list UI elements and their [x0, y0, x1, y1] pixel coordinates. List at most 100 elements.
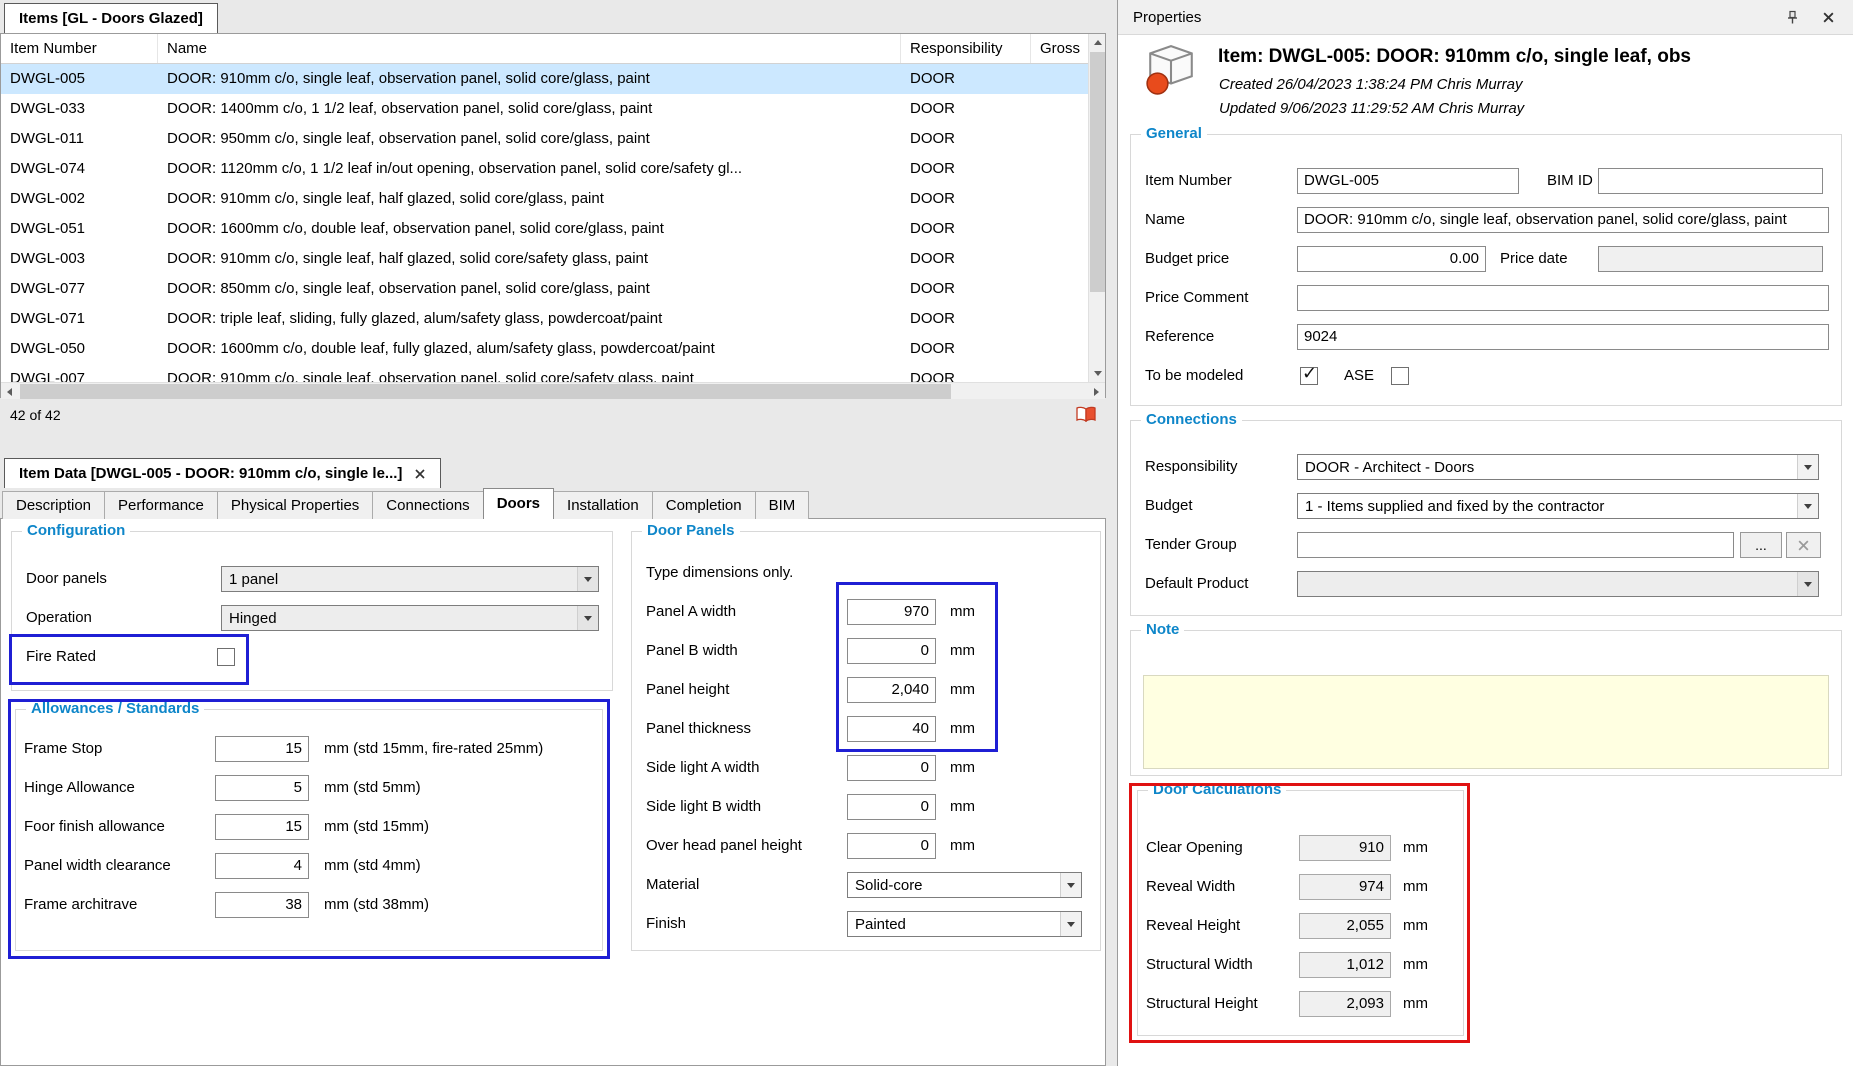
note-textarea[interactable]	[1143, 675, 1829, 769]
configuration-group: Configuration Door panels 1 panel Operat…	[11, 531, 613, 691]
allowance-input[interactable]: 15	[215, 736, 309, 762]
door-panel-field-row: Panel A width 970 mm	[632, 599, 1100, 625]
column-header-name[interactable]: Name	[158, 34, 901, 63]
cell-item-number: DWGL-077	[1, 274, 158, 304]
door-panel-field-input[interactable]: 0	[847, 755, 936, 781]
item-data-tab[interactable]: Completion	[652, 491, 756, 519]
door-panel-field-label: Panel B width	[646, 638, 738, 664]
items-table-row[interactable]: DWGL-011 DOOR: 950mm c/o, single leaf, o…	[1, 124, 1088, 154]
door-panel-field-input[interactable]: 40	[847, 716, 936, 742]
item-data-doc-tab-row: Item Data [DWGL-005 - DOOR: 910mm c/o, s…	[0, 455, 1106, 488]
item-data-tab[interactable]: BIM	[755, 491, 810, 519]
name-input[interactable]: DOOR: 910mm c/o, single leaf, observatio…	[1297, 207, 1829, 233]
door-panel-field-input[interactable]: 0	[847, 833, 936, 859]
items-horizontal-scrollbar[interactable]	[1, 382, 1105, 399]
cell-gross	[1031, 334, 1088, 364]
door-panel-field-input[interactable]: 0	[847, 638, 936, 664]
door-panel-field-input[interactable]: 0	[847, 794, 936, 820]
allowance-input[interactable]: 38	[215, 892, 309, 918]
book-icon[interactable]	[1076, 406, 1096, 425]
price-date-input[interactable]	[1598, 246, 1823, 272]
items-table-row[interactable]: DWGL-074 DOOR: 1120mm c/o, 1 1/2 leaf in…	[1, 154, 1088, 184]
items-table-row[interactable]: DWGL-003 DOOR: 910mm c/o, single leaf, h…	[1, 244, 1088, 274]
budget-price-input[interactable]: 0.00	[1297, 246, 1486, 272]
cell-name: DOOR: 1600mm c/o, double leaf, observati…	[158, 214, 901, 244]
column-header-item-number[interactable]: Item Number	[1, 34, 158, 63]
budget-select[interactable]: 1 - Items supplied and fixed by the cont…	[1297, 493, 1819, 519]
fire-rated-checkbox[interactable]	[217, 648, 235, 666]
allowance-input[interactable]: 15	[215, 814, 309, 840]
door-panel-field-unit: mm	[950, 833, 975, 859]
items-table-row[interactable]: DWGL-051 DOOR: 1600mm c/o, double leaf, …	[1, 214, 1088, 244]
cell-responsibility: DOOR	[901, 184, 1031, 214]
scroll-right-icon[interactable]	[1088, 383, 1105, 400]
pin-icon[interactable]	[1782, 7, 1802, 27]
close-icon[interactable]	[414, 468, 426, 480]
scroll-down-icon[interactable]	[1089, 365, 1106, 382]
tender-group-browse-button[interactable]: ...	[1740, 532, 1782, 558]
operation-select[interactable]: Hinged	[221, 605, 599, 631]
general-group-title: General	[1141, 125, 1207, 142]
item-data-tab[interactable]: Connections	[372, 491, 483, 519]
door-panel-field-input[interactable]: 2,040	[847, 677, 936, 703]
horizontal-scroll-thumb[interactable]	[20, 384, 951, 399]
door-panels-label: Door panels	[26, 566, 107, 592]
cell-responsibility: DOOR	[901, 364, 1031, 382]
item-data-tab[interactable]: Performance	[104, 491, 218, 519]
close-icon[interactable]	[1818, 7, 1838, 27]
reference-input[interactable]: 9024	[1297, 324, 1829, 350]
to-be-modeled-label: To be modeled	[1145, 363, 1243, 389]
bim-id-input[interactable]	[1598, 168, 1823, 194]
item-data-tabstrip: Description Performance Physical Propert…	[2, 489, 808, 519]
allowance-row: Frame Stop 15 mm (std 15mm, fire-rated 2…	[16, 736, 602, 762]
door-panel-field-input[interactable]: 970	[847, 599, 936, 625]
door-calculation-value: 974	[1299, 874, 1391, 900]
cell-item-number: DWGL-074	[1, 154, 158, 184]
allowance-input[interactable]: 4	[215, 853, 309, 879]
scroll-left-icon[interactable]	[1, 383, 18, 400]
items-table-row[interactable]: DWGL-002 DOOR: 910mm c/o, single leaf, h…	[1, 184, 1088, 214]
items-table-row[interactable]: DWGL-050 DOOR: 1600mm c/o, double leaf, …	[1, 334, 1088, 364]
allowance-label: Hinge Allowance	[24, 775, 135, 801]
responsibility-select[interactable]: DOOR - Architect - Doors	[1297, 454, 1819, 480]
tender-group-input[interactable]	[1297, 532, 1734, 558]
allowance-standard-hint: mm (std 5mm)	[324, 775, 421, 801]
door-panels-select[interactable]: 1 panel	[221, 566, 599, 592]
items-vertical-scrollbar[interactable]	[1088, 34, 1105, 382]
to-be-modeled-checkbox[interactable]	[1300, 367, 1318, 385]
price-comment-input[interactable]	[1297, 285, 1829, 311]
item-data-doc-tab[interactable]: Item Data [DWGL-005 - DOOR: 910mm c/o, s…	[4, 458, 441, 488]
default-product-select[interactable]	[1297, 571, 1819, 597]
tender-group-clear-button[interactable]	[1786, 532, 1821, 558]
scroll-up-icon[interactable]	[1089, 34, 1106, 51]
cell-name: DOOR: 910mm c/o, single leaf, observatio…	[158, 364, 901, 382]
to-be-modeled-row: To be modeled ASE	[1131, 363, 1841, 389]
ase-checkbox[interactable]	[1391, 367, 1409, 385]
item-data-tab[interactable]: Description	[2, 491, 105, 519]
tab-label: Physical Properties	[231, 497, 359, 514]
item-data-tab[interactable]: Installation	[553, 491, 653, 519]
finish-select[interactable]: Painted	[847, 911, 1082, 937]
column-header-responsibility[interactable]: Responsibility	[901, 34, 1031, 63]
tender-group-label: Tender Group	[1145, 532, 1237, 558]
allowance-input[interactable]: 5	[215, 775, 309, 801]
items-table-row[interactable]: DWGL-071 DOOR: triple leaf, sliding, ful…	[1, 304, 1088, 334]
items-table-row[interactable]: DWGL-007 DOOR: 910mm c/o, single leaf, o…	[1, 364, 1088, 382]
items-doc-tab[interactable]: Items [GL - Doors Glazed]	[4, 3, 218, 33]
items-table-row[interactable]: DWGL-033 DOOR: 1400mm c/o, 1 1/2 leaf, o…	[1, 94, 1088, 124]
vertical-scroll-thumb[interactable]	[1090, 52, 1105, 292]
cell-gross	[1031, 94, 1088, 124]
material-select[interactable]: Solid-core	[847, 872, 1082, 898]
items-table-row[interactable]: DWGL-077 DOOR: 850mm c/o, single leaf, o…	[1, 274, 1088, 304]
responsibility-label: Responsibility	[1145, 454, 1238, 480]
cell-name: DOOR: 850mm c/o, single leaf, observatio…	[158, 274, 901, 304]
item-header-title: Item: DWGL-005: DOOR: 910mm c/o, single …	[1218, 46, 1844, 68]
items-table-row[interactable]: DWGL-005 DOOR: 910mm c/o, single leaf, o…	[1, 64, 1088, 94]
items-status-bar: 42 of 42	[0, 402, 1106, 428]
door-panel-field-row: Panel thickness 40 mm	[632, 716, 1100, 742]
item-number-input[interactable]: DWGL-005	[1297, 168, 1519, 194]
door-calculation-value: 2,093	[1299, 991, 1391, 1017]
cell-item-number: DWGL-050	[1, 334, 158, 364]
item-data-tab[interactable]: Physical Properties	[217, 491, 373, 519]
item-data-tab[interactable]: Doors	[483, 488, 554, 519]
